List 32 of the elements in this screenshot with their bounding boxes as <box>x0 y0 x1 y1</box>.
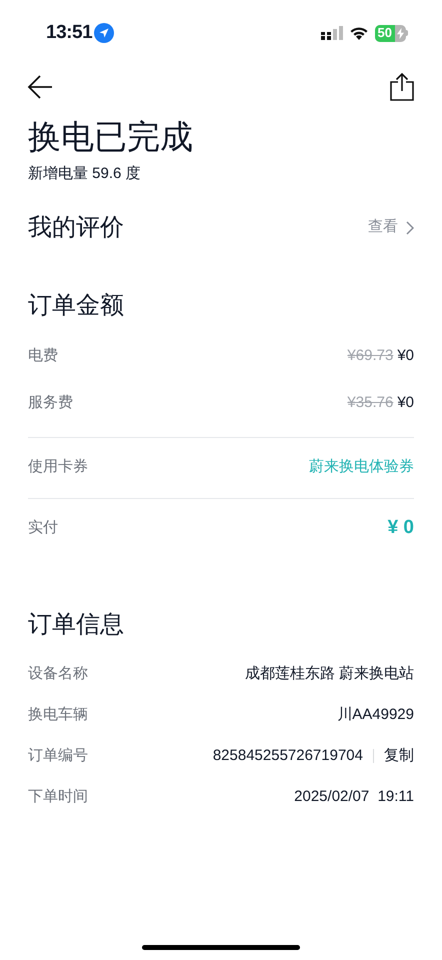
coupon-label: 使用卡券 <box>28 457 88 478</box>
info-label: 设备名称 <box>28 664 88 684</box>
back-button[interactable] <box>27 74 53 100</box>
section-title: 订单金额 <box>28 290 125 320</box>
energy-added: 新增电量 59.6 度 <box>28 164 142 184</box>
info-value: 川AA49929 <box>337 704 414 725</box>
fee-label: 服务费 <box>28 392 73 413</box>
chevron-right-icon <box>406 220 414 234</box>
info-value: 2025/02/07 19:11 <box>294 786 414 807</box>
coupon-name: 蔚来换电体验券 <box>309 457 414 478</box>
original-price: ¥69.73 <box>347 346 394 366</box>
signal-icon <box>320 26 343 40</box>
section-title: 我的评价 <box>28 212 124 242</box>
paid-amount: ¥ 0 <box>388 516 414 540</box>
location-icon <box>94 23 114 43</box>
status-time: 13:51 <box>46 20 92 45</box>
price: ¥0 <box>397 346 414 366</box>
paid-label: 实付 <box>28 518 58 538</box>
copy-button[interactable]: 复制 <box>384 744 414 768</box>
info-value: 成都莲桂东路 蔚来换电站 <box>244 664 414 684</box>
original-price: ¥35.76 <box>347 392 394 413</box>
section-title: 订单信息 <box>28 610 125 640</box>
battery-icon: 50 <box>374 24 408 42</box>
wifi-icon <box>348 26 369 40</box>
share-button[interactable] <box>389 73 415 101</box>
page-title: 换电已完成 <box>28 117 194 157</box>
info-label: 订单编号 <box>28 746 88 766</box>
info-value: 825845255726719704 <box>212 746 363 766</box>
info-label: 下单时间 <box>28 786 88 807</box>
info-label: 换电车辆 <box>28 704 88 725</box>
fee-label: 电费 <box>28 346 58 366</box>
price: ¥0 <box>397 392 414 413</box>
